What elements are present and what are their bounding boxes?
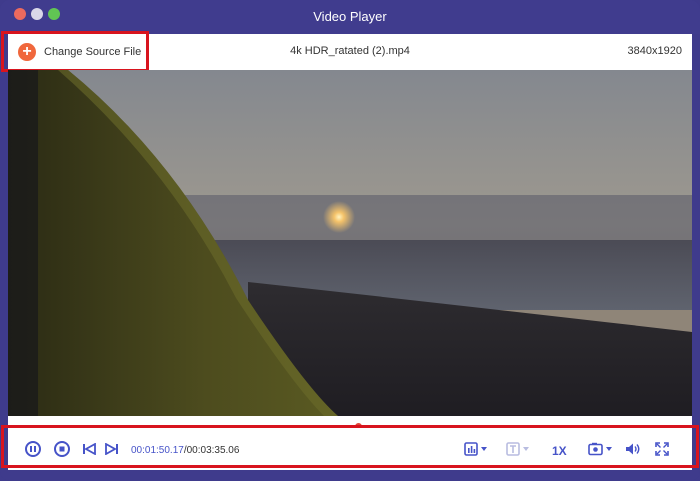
fullscreen-icon — [655, 442, 669, 456]
seek-bar-area — [8, 416, 692, 430]
video-frame[interactable] — [8, 70, 692, 416]
total-time: /00:03:35.06 — [183, 445, 240, 456]
video-player-window: Video Player + Change Source File 4k HDR… — [0, 0, 700, 481]
volume-icon — [626, 443, 640, 455]
fullscreen-button[interactable] — [653, 440, 671, 458]
video-image — [8, 70, 692, 416]
window-title: Video Player — [313, 9, 387, 24]
rewind-icon — [83, 443, 96, 455]
stop-button[interactable] — [53, 440, 71, 458]
subtitle-icon — [506, 442, 529, 456]
rewind-button[interactable] — [81, 440, 97, 458]
audio-track-button[interactable] — [464, 440, 490, 458]
file-name: 4k HDR_ratated (2).mp4 — [290, 45, 410, 57]
pause-icon — [25, 441, 41, 457]
video-resolution: 3840x1920 — [627, 45, 682, 57]
fast-forward-button[interactable] — [104, 440, 120, 458]
audio-track-icon — [464, 442, 487, 456]
speed-button[interactable]: 1X — [552, 444, 567, 458]
fast-forward-icon — [105, 443, 118, 455]
title-bar: Video Player — [0, 0, 700, 34]
camera-icon — [588, 442, 612, 456]
volume-button[interactable] — [624, 440, 642, 458]
file-info-bar: + Change Source File 4k HDR_ratated (2).… — [8, 34, 692, 70]
subtitle-button[interactable] — [506, 440, 532, 458]
time-display: 00:01:50.17/00:03:35.06 — [131, 445, 239, 456]
snapshot-button[interactable] — [588, 440, 616, 458]
playback-controls: 00:01:50.17/00:03:35.06 1X — [8, 428, 692, 470]
stop-icon — [54, 441, 70, 457]
current-time: 00:01:50.17 — [131, 445, 184, 456]
pause-button[interactable] — [24, 440, 42, 458]
